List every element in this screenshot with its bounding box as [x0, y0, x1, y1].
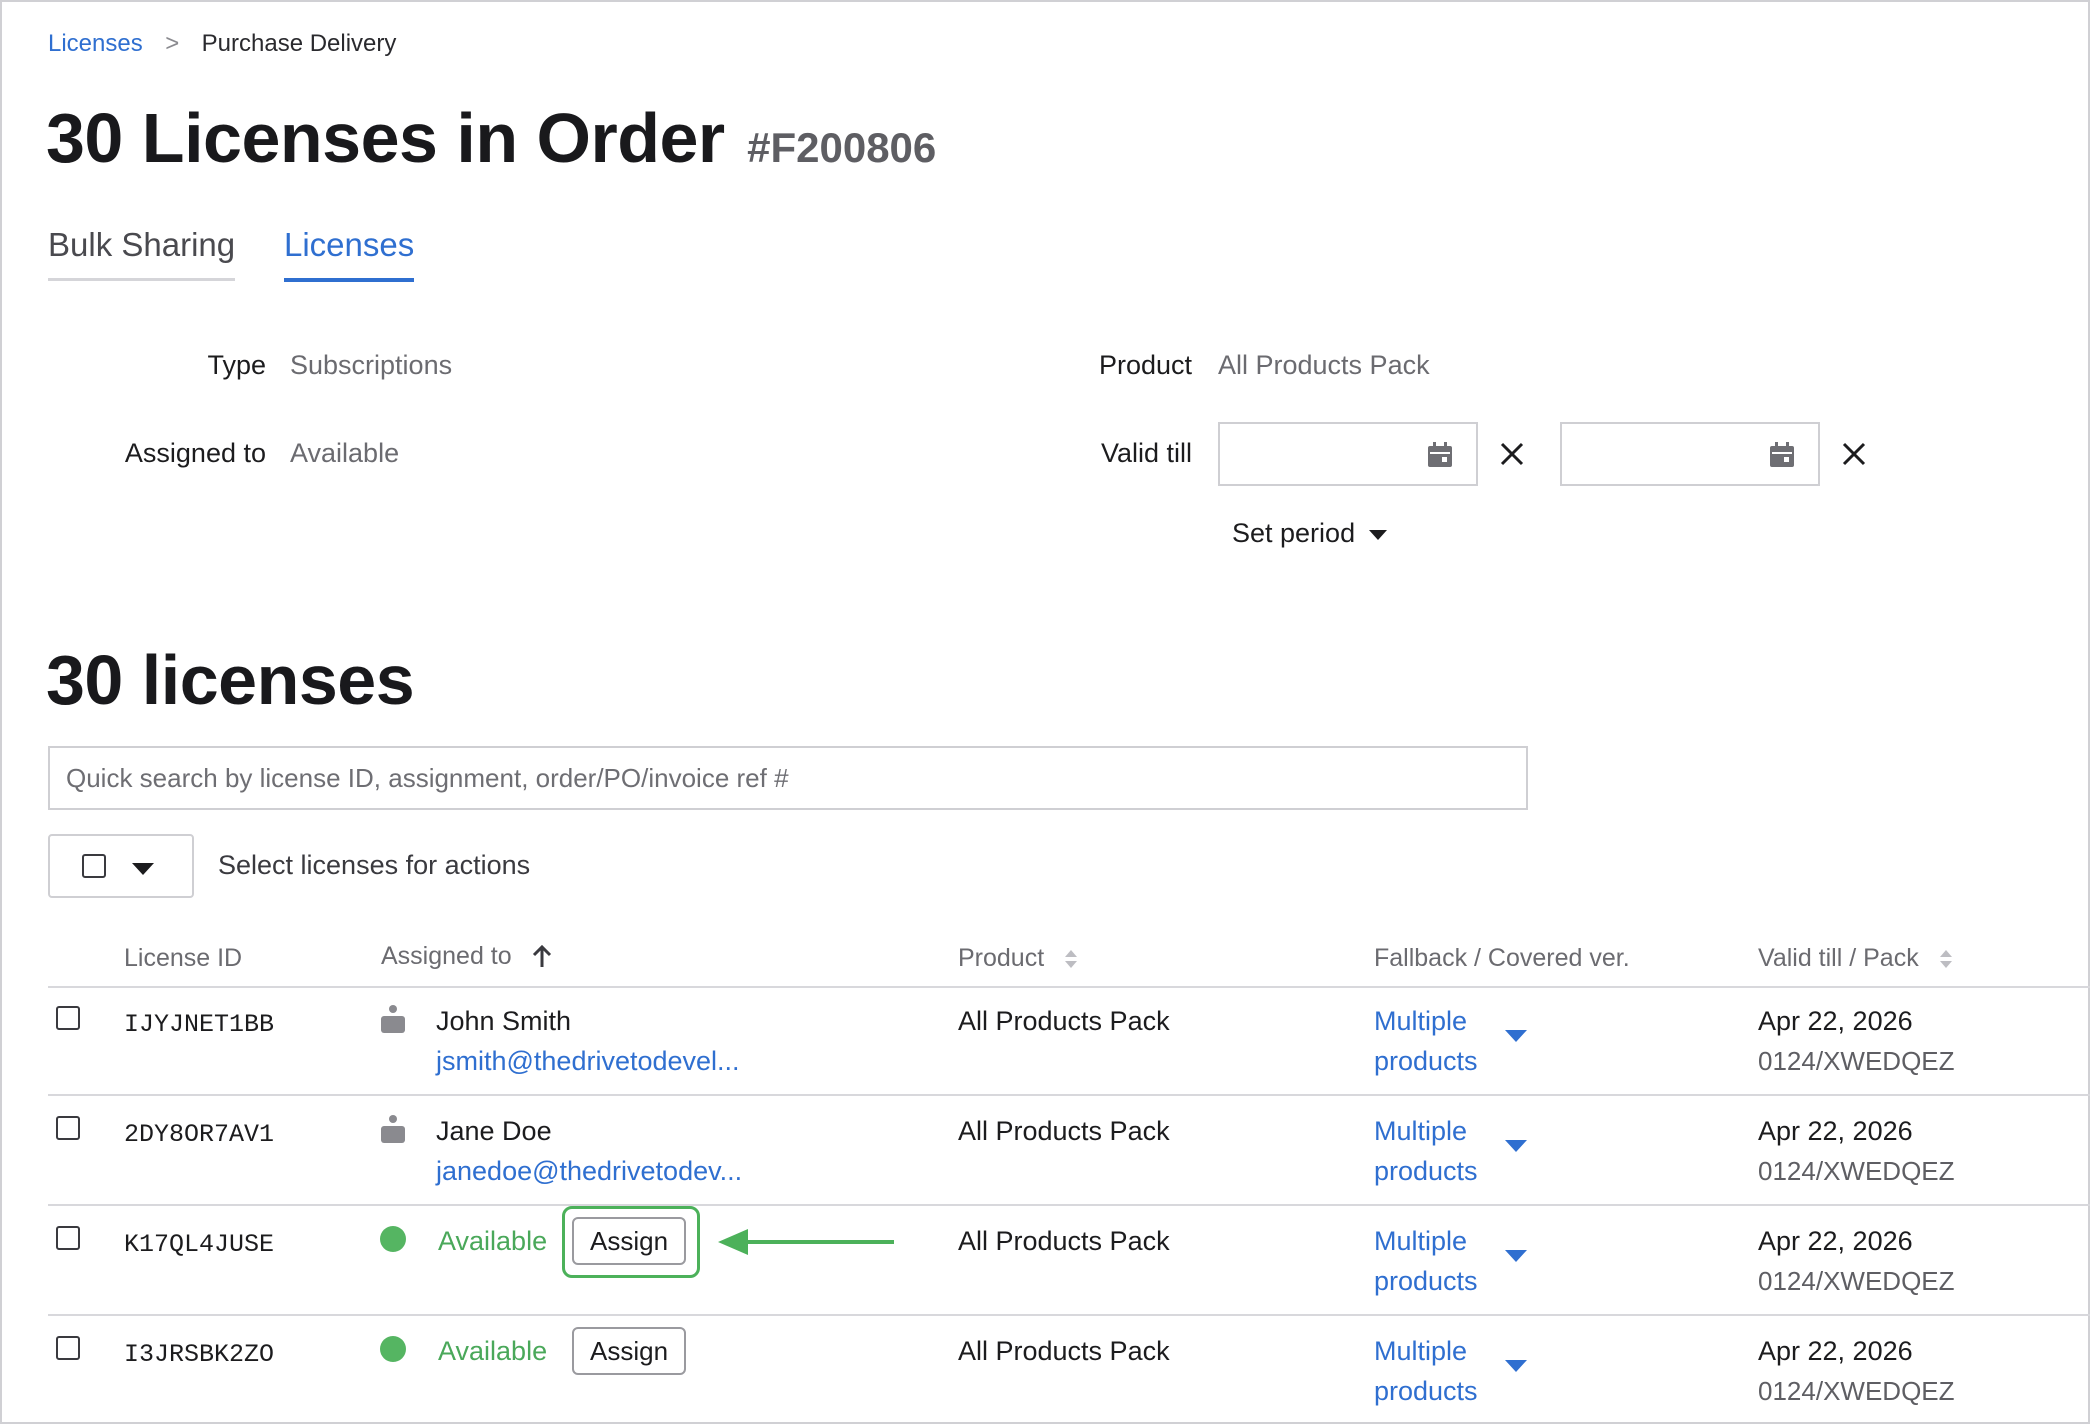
product-name: All Products Pack	[958, 1116, 1170, 1146]
column-header-product-label: Product	[958, 944, 1045, 972]
row-divider	[48, 1094, 2090, 1096]
page-title: 30 Licenses in Order	[46, 99, 725, 177]
order-id: #F200806	[747, 124, 937, 171]
expand-fallback-icon[interactable]	[1505, 1360, 1527, 1372]
column-header-product[interactable]: Product	[958, 944, 1079, 973]
licenses-count-title: 30 licenses	[46, 641, 415, 719]
valid-till-date: Apr 22, 2026	[1758, 1006, 1913, 1036]
set-period-label: Set period	[1232, 518, 1356, 548]
column-header-fallback: Fallback / Covered ver.	[1374, 944, 1630, 972]
filter-valid-till-label: Valid till	[1100, 438, 1192, 468]
fallback-products-link[interactable]: products	[1374, 1046, 1478, 1077]
fallback-multiple-link[interactable]: Multiple	[1374, 1116, 1467, 1147]
tab-bulk-sharing[interactable]: Bulk Sharing	[48, 226, 236, 281]
fallback-products-link[interactable]: products	[1374, 1156, 1478, 1187]
sort-up-icon[interactable]	[531, 945, 553, 969]
column-header-assigned-to[interactable]: Assigned to	[381, 942, 553, 971]
assign-button[interactable]: Assign	[572, 1327, 687, 1375]
valid-from-date-input[interactable]	[1218, 422, 1478, 486]
page-header: 30 Licenses in Order #F200806	[46, 98, 936, 178]
tab-licenses[interactable]: Licenses	[284, 226, 415, 282]
filter-assigned-label: Assigned to	[124, 438, 266, 468]
fallback-products-link[interactable]: products	[1374, 1376, 1478, 1407]
license-id: K17QL4JUSE	[124, 1230, 275, 1259]
user-icon	[381, 1115, 405, 1143]
available-status-dot-icon	[380, 1336, 406, 1362]
column-header-valid-till-label: Valid till / Pack	[1758, 944, 1919, 972]
fallback-products-link[interactable]: products	[1374, 1266, 1478, 1297]
filter-type-value[interactable]: Subscriptions	[290, 350, 452, 381]
filter-product-label: Product	[1098, 350, 1192, 380]
fallback-multiple-link[interactable]: Multiple	[1374, 1336, 1467, 1367]
assign-button[interactable]: Assign	[572, 1217, 687, 1265]
calendar-icon[interactable]	[1426, 441, 1454, 469]
row-checkbox[interactable]	[56, 1116, 80, 1140]
pack-code: 0124/XWEDQEZ	[1758, 1266, 1955, 1296]
filter-product-value[interactable]: All Products Pack	[1218, 350, 1430, 381]
valid-till-date: Apr 22, 2026	[1758, 1116, 1913, 1146]
available-status: Available	[438, 1336, 548, 1366]
sort-both-icon[interactable]	[1938, 948, 1954, 970]
calendar-icon[interactable]	[1768, 441, 1796, 469]
row-checkbox[interactable]	[56, 1336, 80, 1360]
bulk-select-dropdown[interactable]	[48, 834, 194, 898]
breadcrumb: Licenses > Purchase Delivery	[48, 30, 396, 58]
row-divider	[48, 1204, 2090, 1206]
expand-fallback-icon[interactable]	[1505, 1250, 1527, 1262]
clear-valid-to-icon[interactable]	[1840, 440, 1868, 468]
assignee-name: John Smith	[436, 1006, 572, 1036]
breadcrumb-separator: >	[165, 30, 180, 57]
row-checkbox[interactable]	[56, 1226, 80, 1250]
breadcrumb-current: Purchase Delivery	[201, 30, 397, 57]
product-name: All Products Pack	[958, 1226, 1170, 1256]
table-header-divider	[48, 986, 2090, 988]
assignee-email-link[interactable]: jsmith@thedrivetodevel...	[436, 1046, 740, 1077]
assignee-email-link[interactable]: janedoe@thedrivetodev...	[436, 1156, 742, 1187]
column-header-valid-till[interactable]: Valid till / Pack	[1758, 944, 1954, 973]
fallback-multiple-link[interactable]: Multiple	[1374, 1006, 1467, 1037]
fallback-multiple-link[interactable]: Multiple	[1374, 1226, 1467, 1257]
expand-fallback-icon[interactable]	[1505, 1030, 1527, 1042]
user-icon	[381, 1005, 405, 1033]
license-id: 2DY8OR7AV1	[124, 1120, 275, 1149]
pack-code: 0124/XWEDQEZ	[1758, 1156, 1955, 1186]
available-status: Available	[438, 1226, 548, 1256]
filter-type-label: Type	[207, 350, 266, 380]
arrow-left-icon	[718, 1229, 894, 1255]
select-all-checkbox[interactable]	[82, 854, 106, 878]
filter-assigned-value[interactable]: Available	[290, 438, 399, 469]
column-header-license-id[interactable]: License ID	[124, 944, 242, 973]
expand-fallback-icon[interactable]	[1505, 1140, 1527, 1152]
caret-down-icon[interactable]	[132, 863, 154, 875]
row-divider	[48, 1314, 2090, 1316]
caret-down-icon	[1369, 529, 1388, 540]
valid-till-date: Apr 22, 2026	[1758, 1336, 1913, 1366]
clear-valid-from-icon[interactable]	[1498, 440, 1526, 468]
pack-code: 0124/XWEDQEZ	[1758, 1376, 1955, 1406]
assignee-name: Jane Doe	[436, 1116, 552, 1146]
available-status-dot-icon	[380, 1226, 406, 1252]
breadcrumb-link-licenses[interactable]: Licenses	[48, 30, 143, 57]
sort-both-icon[interactable]	[1063, 948, 1079, 970]
pack-code: 0124/XWEDQEZ	[1758, 1046, 1955, 1076]
column-header-assigned-to-label: Assigned to	[381, 942, 512, 970]
row-checkbox[interactable]	[56, 1006, 80, 1030]
set-period-dropdown[interactable]: Set period	[1232, 518, 1388, 549]
bulk-actions-hint: Select licenses for actions	[218, 850, 531, 880]
license-id: I3JRSBK2ZO	[124, 1340, 275, 1369]
product-name: All Products Pack	[958, 1006, 1170, 1036]
search-input[interactable]: Quick search by license ID, assignment, …	[48, 746, 1528, 810]
product-name: All Products Pack	[958, 1336, 1170, 1366]
valid-till-date: Apr 22, 2026	[1758, 1226, 1913, 1256]
license-id: IJYJNET1BB	[124, 1010, 275, 1039]
valid-to-date-input[interactable]	[1560, 422, 1820, 486]
